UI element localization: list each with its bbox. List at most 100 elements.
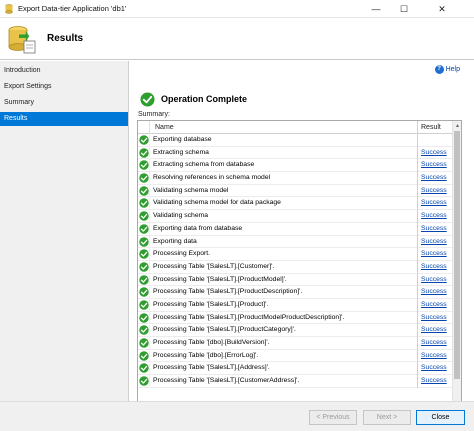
success-check-icon	[139, 300, 149, 310]
table-row[interactable]: Processing Table '[SalesLT].[CustomerAdd…	[138, 375, 453, 388]
table-row[interactable]: Processing Table '[SalesLT].[Customer]'.…	[138, 260, 453, 274]
table-row[interactable]: Processing Export. Success	[138, 248, 453, 261]
row-result-link[interactable]	[417, 134, 453, 147]
row-name: Resolving references in schema model	[149, 172, 417, 185]
success-check-icon	[139, 211, 149, 221]
grid-rows: Exporting database Extracting schema Succe…	[138, 134, 453, 388]
success-check-icon	[139, 376, 149, 386]
row-name: Processing Table '[SalesLT].[ProductDesc…	[149, 286, 417, 299]
success-check-icon	[139, 287, 149, 297]
row-result-link[interactable]: Success	[417, 273, 453, 287]
row-name: Processing Table '[SalesLT].[Product]'.	[149, 298, 417, 312]
table-row[interactable]: Resolving references in schema model Succ…	[138, 172, 453, 185]
table-row[interactable]: Processing Table '[SalesLT].[Product]'. S…	[138, 298, 453, 312]
row-result-link[interactable]: Success	[417, 375, 453, 388]
row-result-link[interactable]: Success	[417, 324, 453, 337]
result-column-header[interactable]: Result	[417, 121, 453, 134]
table-row[interactable]: Processing Table '[SalesLT].[ProductCate…	[138, 324, 453, 337]
success-check-icon	[139, 236, 149, 247]
database-export-icon	[8, 26, 36, 54]
success-check-icon	[139, 147, 149, 158]
table-row[interactable]: Extracting schema Success	[138, 146, 453, 160]
row-result-link[interactable]: Success	[417, 337, 453, 350]
vertical-scrollbar[interactable]: ▲ ▼	[452, 121, 461, 431]
operation-status: Operation Complete	[140, 91, 247, 107]
close-button[interactable]: Close	[416, 410, 465, 425]
results-grid: Name Result Exporting database Extracting…	[137, 120, 462, 431]
sidebar-item-introduction[interactable]: Introduction	[0, 64, 128, 78]
table-row[interactable]: Exporting data Success	[138, 235, 453, 249]
row-name: Processing Table '[SalesLT].[Address]'.	[149, 362, 417, 376]
row-name: Processing Table '[dbo].[BuildVersion]'.	[149, 337, 417, 350]
row-result-link[interactable]: Success	[417, 197, 453, 211]
success-check-icon	[140, 91, 155, 107]
success-check-icon	[139, 338, 149, 348]
table-row[interactable]: Exporting database	[138, 134, 453, 147]
row-result-link[interactable]: Success	[417, 248, 453, 261]
table-row[interactable]: Processing Table '[SalesLT].[ProductDesc…	[138, 286, 453, 299]
row-result-link[interactable]: Success	[417, 298, 453, 312]
success-check-icon	[139, 249, 149, 259]
app-icon	[5, 4, 13, 14]
table-row[interactable]: Processing Table '[SalesLT].[ProductMode…	[138, 273, 453, 287]
row-name: Exporting database	[149, 134, 417, 147]
row-name: Processing Table '[SalesLT].[Customer]'.	[149, 260, 417, 274]
title-bar: Export Data-tier Application 'db1' — ☐ ✕	[0, 0, 474, 18]
row-result-link[interactable]: Success	[417, 235, 453, 249]
success-check-icon	[139, 312, 149, 323]
row-result-link[interactable]: Success	[417, 222, 453, 236]
sidebar-item-export-settings[interactable]: Export Settings	[0, 80, 128, 94]
scroll-thumb[interactable]	[454, 131, 460, 379]
maximize-button[interactable]: ☐	[390, 0, 418, 18]
next-button[interactable]: Next >	[363, 410, 411, 425]
scroll-up-icon[interactable]: ▲	[453, 121, 461, 130]
table-row[interactable]: Processing Table '[dbo].[ErrorLog]'. Succ…	[138, 349, 453, 363]
row-name: Processing Table '[SalesLT].[ProductMode…	[149, 273, 417, 287]
table-row[interactable]: Exporting data from database Success	[138, 222, 453, 236]
row-name: Processing Table '[SalesLT].[CustomerAdd…	[149, 375, 417, 388]
table-row[interactable]: Validating schema model for data package…	[138, 197, 453, 211]
success-check-icon	[139, 135, 149, 145]
row-result-link[interactable]: Success	[417, 286, 453, 299]
row-name: Processing Table '[SalesLT].[ProductMode…	[149, 311, 417, 325]
sidebar-item-summary[interactable]: Summary	[0, 96, 128, 110]
help-label: Help	[445, 65, 460, 73]
table-row[interactable]: Validating schema model Success	[138, 184, 453, 198]
table-row[interactable]: Processing Table '[SalesLT].[ProductMode…	[138, 311, 453, 325]
row-result-link[interactable]: Success	[417, 184, 453, 198]
minimize-button[interactable]: —	[362, 0, 390, 18]
sidebar-item-results[interactable]: Results	[0, 112, 128, 126]
row-result-link[interactable]: Success	[417, 311, 453, 325]
table-row[interactable]: Processing Table '[dbo].[BuildVersion]'.…	[138, 337, 453, 350]
wizard-footer: < Previous Next > Close	[0, 401, 474, 431]
operation-title: Operation Complete	[161, 94, 248, 104]
row-name: Validating schema model	[149, 184, 417, 198]
success-check-icon	[139, 224, 149, 234]
table-row[interactable]: Validating schema Success	[138, 210, 453, 223]
name-column-header[interactable]: Name	[149, 121, 417, 134]
success-check-icon	[139, 198, 149, 209]
success-check-icon	[139, 173, 149, 183]
success-check-icon	[139, 350, 149, 361]
table-row[interactable]: Processing Table '[SalesLT].[Address]'. S…	[138, 362, 453, 376]
row-result-link[interactable]: Success	[417, 146, 453, 160]
page-header: Results	[0, 18, 474, 60]
page-title: Results	[47, 33, 84, 44]
success-check-icon	[139, 363, 149, 374]
previous-button[interactable]: < Previous	[309, 410, 357, 425]
row-result-link[interactable]: Success	[417, 172, 453, 185]
row-result-link[interactable]: Success	[417, 210, 453, 223]
window-title: Export Data-tier Application 'db1'	[18, 4, 127, 13]
wizard-steps-sidebar: Introduction Export Settings Summary Res…	[0, 61, 129, 401]
row-result-link[interactable]: Success	[417, 362, 453, 376]
row-name: Processing Table '[SalesLT].[ProductCate…	[149, 324, 417, 337]
main-panel: ? Help Operation Complete Summary: Name …	[130, 61, 474, 431]
table-row[interactable]: Extracting schema from database Success	[138, 159, 453, 173]
help-link[interactable]: ? Help	[434, 64, 460, 74]
row-result-link[interactable]: Success	[417, 260, 453, 274]
row-result-link[interactable]: Success	[417, 159, 453, 173]
success-check-icon	[139, 160, 149, 171]
row-result-link[interactable]: Success	[417, 349, 453, 363]
close-window-button[interactable]: ✕	[428, 0, 456, 18]
help-icon: ?	[434, 64, 444, 74]
